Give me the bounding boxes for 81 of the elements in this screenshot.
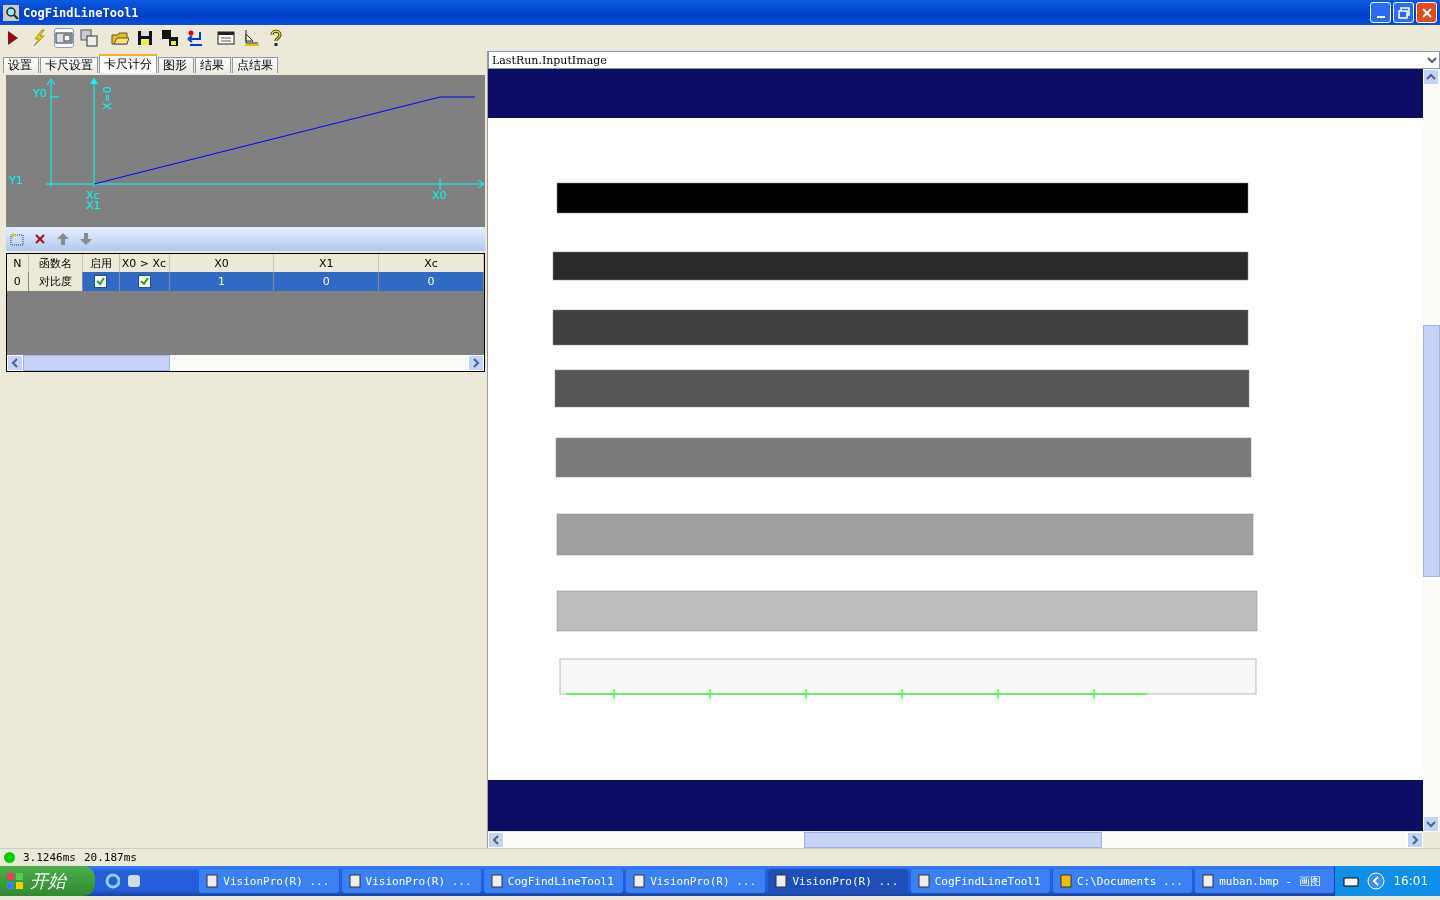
document-icon <box>489 874 504 888</box>
delete-icon[interactable] <box>33 232 47 246</box>
scroll-arrow-button[interactable] <box>488 832 504 848</box>
scroll-arrow-button[interactable] <box>468 355 484 371</box>
clock: 16:01 <box>1393 874 1429 888</box>
taskbar-button[interactable]: C:\Documents ... <box>1052 869 1193 893</box>
document-icon <box>632 874 647 888</box>
taskbar-button[interactable]: VisionPro(R) ... <box>768 869 908 893</box>
folder-icon <box>1058 874 1073 888</box>
document-icon <box>1201 874 1216 888</box>
scroll-arrow-button[interactable] <box>1423 816 1439 832</box>
checkbox[interactable] <box>94 275 107 289</box>
tab[interactable]: 点结果 <box>232 57 278 73</box>
column-header[interactable]: N <box>7 254 28 272</box>
tab[interactable]: 卡尺计分 <box>99 54 157 73</box>
start-button[interactable]: 开始 <box>0 866 95 896</box>
document-icon <box>347 874 362 888</box>
axis-label: Y1 <box>9 174 23 187</box>
toolbar-button[interactable] <box>135 28 155 48</box>
flag-icon <box>6 872 24 890</box>
window-icon <box>55 29 73 47</box>
toolbar-button[interactable] <box>185 28 205 48</box>
scrollbar-thumb[interactable] <box>1423 325 1440 577</box>
windows-icon <box>80 29 98 47</box>
column-header[interactable]: X0 <box>169 254 274 272</box>
close-icon <box>1420 6 1433 19</box>
keyboard-icon[interactable] <box>1343 875 1360 887</box>
taskbar-button[interactable]: VisionPro(R) ... <box>341 869 481 893</box>
column-header[interactable]: X1 <box>273 254 379 272</box>
document-icon <box>916 874 931 888</box>
arrow-up-icon[interactable] <box>56 232 70 246</box>
scrollbar-thumb[interactable] <box>804 832 1102 848</box>
axis-label: X1 <box>86 199 101 212</box>
open-folder-icon <box>111 29 129 47</box>
minimize-button[interactable] <box>1370 2 1391 23</box>
tab[interactable]: 设置 <box>3 57 39 73</box>
taskbar-button[interactable]: muban.bmp - 画图 <box>1195 869 1335 893</box>
scrollbar-thumb[interactable] <box>23 355 170 371</box>
restore-icon <box>1397 6 1410 19</box>
restore-button[interactable] <box>1393 2 1414 23</box>
window-title: CogFindLineTool1 <box>23 5 139 20</box>
table-cell: 0 <box>378 272 484 291</box>
axis-label: X0 <box>432 189 447 202</box>
taskbar-button[interactable]: CogFindLineTool1 <box>910 869 1050 893</box>
magnifier-icon <box>3 4 19 21</box>
status-text: 20.187ms <box>84 851 137 864</box>
axis-label: Xc <box>86 189 100 202</box>
tab[interactable]: 结果 <box>195 57 231 73</box>
column-header[interactable]: X0 > Xc <box>119 254 169 272</box>
save-all-icon <box>161 29 179 47</box>
chevron-icon[interactable] <box>1367 872 1386 890</box>
axis-label: X=0 <box>101 86 114 110</box>
ruler-icon <box>242 29 260 47</box>
image-selector-dropdown[interactable]: LastRun.InputImage <box>488 51 1440 69</box>
toolbar-button[interactable] <box>160 28 180 48</box>
axis-label: Y0 <box>33 87 47 100</box>
scroll-arrow-button[interactable] <box>1407 832 1423 848</box>
table-cell: 0 <box>273 272 379 291</box>
close-button[interactable] <box>1416 2 1437 23</box>
table-cell: 1 <box>169 272 274 291</box>
status-text: 3.1246ms <box>23 851 76 864</box>
table-cell: 对比度 <box>28 272 82 291</box>
minimize-icon <box>1376 15 1385 18</box>
scroll-arrow-button[interactable] <box>7 355 23 371</box>
column-header[interactable]: 启用 <box>82 254 119 272</box>
scroll-arrow-button[interactable] <box>1423 69 1439 85</box>
checkbox[interactable] <box>137 275 151 289</box>
new-row-icon[interactable] <box>10 232 24 246</box>
taskbar-button[interactable]: VisionPro(R) ... <box>199 869 339 893</box>
column-header[interactable]: 函数名 <box>28 254 82 272</box>
taskbar-button[interactable]: VisionPro(R) ... <box>626 869 766 893</box>
document-icon <box>774 874 789 888</box>
save-icon <box>136 29 154 47</box>
tab[interactable]: 卡尺设置 <box>40 57 98 73</box>
document-icon <box>205 874 220 888</box>
table-cell: 0 <box>7 272 28 291</box>
arrow-return-icon <box>186 29 204 47</box>
taskbar-button[interactable]: CogFindLineTool1 <box>483 869 624 893</box>
column-header[interactable]: Xc <box>378 254 484 272</box>
arrow-down-icon[interactable] <box>79 232 93 246</box>
tab[interactable]: 图形 <box>158 57 194 73</box>
